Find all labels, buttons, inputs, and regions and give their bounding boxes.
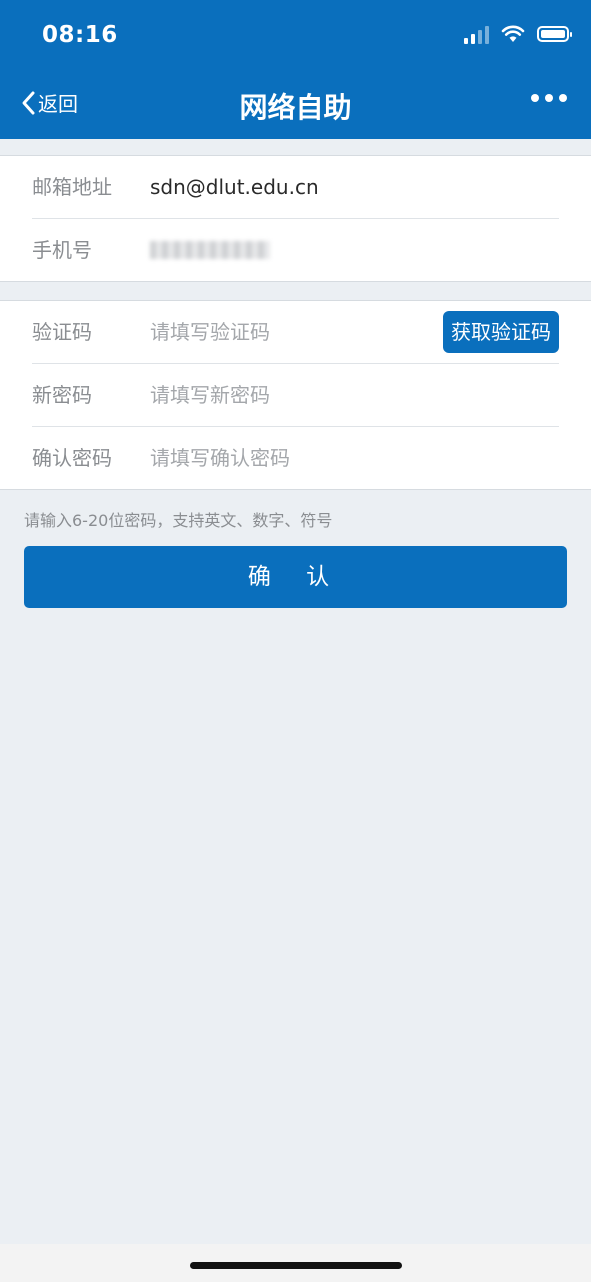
get-code-button[interactable]: 获取验证码	[443, 311, 559, 353]
more-dot-icon	[545, 94, 553, 102]
wifi-icon	[501, 25, 525, 42]
page-title: 网络自助	[239, 91, 352, 124]
confirm-button[interactable]: 确 认	[24, 546, 567, 608]
password-hint: 请输入6-20位密码，支持英文、数字、符号	[24, 511, 333, 530]
email-row: 邮箱地址 sdn@dlut.edu.cn	[32, 156, 559, 219]
home-indicator[interactable]	[190, 1262, 402, 1269]
new-password-input[interactable]	[150, 378, 430, 412]
phone-label: 手机号	[32, 238, 92, 262]
password-form-group: 验证码 获取验证码 新密码 确认密码	[0, 300, 591, 490]
verification-code-input[interactable]	[150, 315, 430, 349]
confirm-password-row: 确认密码	[32, 427, 559, 489]
new-password-label: 新密码	[32, 383, 92, 407]
more-dot-icon	[559, 94, 567, 102]
status-icons	[464, 24, 572, 44]
header: 08:16 返回 网络自助	[0, 0, 591, 139]
more-options-button[interactable]	[531, 94, 567, 102]
new-password-row: 新密码	[32, 364, 559, 427]
code-row: 验证码 获取验证码	[32, 301, 559, 364]
status-time: 08:16	[42, 22, 118, 48]
battery-icon	[537, 26, 572, 42]
cellular-signal-icon	[464, 24, 489, 44]
email-label: 邮箱地址	[32, 175, 112, 199]
phone-row: 手机号	[32, 219, 559, 281]
more-dot-icon	[531, 94, 539, 102]
confirm-password-label: 确认密码	[32, 446, 112, 470]
email-value: sdn@dlut.edu.cn	[150, 175, 319, 199]
phone-value-redacted	[150, 241, 270, 259]
code-label: 验证码	[32, 320, 92, 344]
account-info-group: 邮箱地址 sdn@dlut.edu.cn 手机号	[0, 155, 591, 282]
confirm-password-input[interactable]	[150, 441, 430, 475]
